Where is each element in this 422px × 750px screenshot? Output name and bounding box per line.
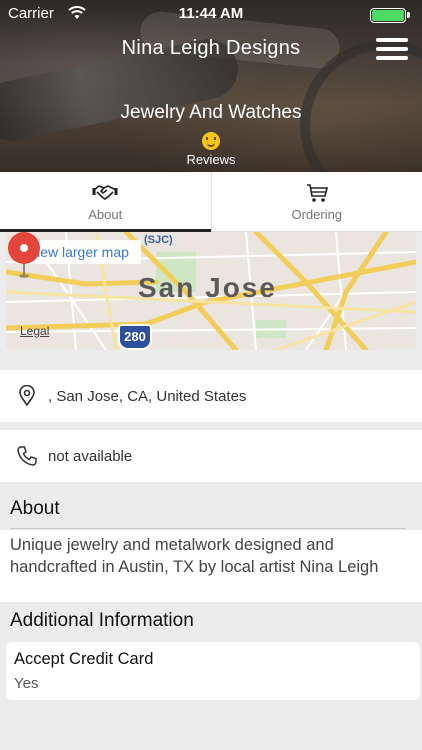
highway-shield: 280 <box>118 324 152 350</box>
address-row[interactable]: , San Jose, CA, United States <box>0 370 422 422</box>
map-pin-icon[interactable] <box>6 232 42 278</box>
reviews-button[interactable]: Reviews <box>0 132 422 167</box>
smiley-icon <box>202 132 220 150</box>
address-text: , San Jose, CA, United States <box>48 387 247 405</box>
phone-row[interactable]: not available <box>0 430 422 482</box>
about-divider <box>10 528 406 529</box>
about-heading: About <box>10 498 60 519</box>
business-category: Jewelry And Watches <box>120 102 302 123</box>
header-banner: Carrier 11:44 AM Nina Leigh Designs Jewe… <box>0 0 422 172</box>
handshake-icon <box>92 184 118 200</box>
info-key: Accept Credit Card <box>14 650 154 668</box>
reviews-label: Reviews <box>186 152 236 167</box>
info-value: Yes <box>14 675 39 692</box>
cart-icon <box>306 183 328 202</box>
phone-icon <box>17 446 37 466</box>
tab-bar: About Ordering <box>0 172 422 232</box>
map-airport-label: (SJC) <box>144 234 173 246</box>
map-city-label: San Jose <box>138 272 277 303</box>
phone-text: not available <box>48 447 133 465</box>
additional-info-heading: Additional Information <box>10 610 194 631</box>
status-bar: Carrier 11:44 AM <box>0 0 422 28</box>
map-legal-link[interactable]: Legal <box>20 324 49 338</box>
tab-about-label: About <box>88 206 123 222</box>
tab-ordering[interactable]: Ordering <box>210 172 422 231</box>
hamburger-menu-icon[interactable] <box>376 38 408 62</box>
about-description: Unique jewelry and metalwork designed an… <box>0 530 422 602</box>
tab-about[interactable]: About <box>0 172 211 232</box>
location-pin-icon <box>19 385 35 407</box>
location-map[interactable]: (SJC) San Jose View larger map Legal 280 <box>6 232 416 350</box>
info-card: Accept Credit Card Yes <box>6 642 420 700</box>
tab-ordering-label: Ordering <box>291 206 343 222</box>
status-time: 11:44 AM <box>178 5 244 22</box>
business-title: Nina Leigh Designs <box>121 37 301 59</box>
battery-icon <box>370 7 412 23</box>
